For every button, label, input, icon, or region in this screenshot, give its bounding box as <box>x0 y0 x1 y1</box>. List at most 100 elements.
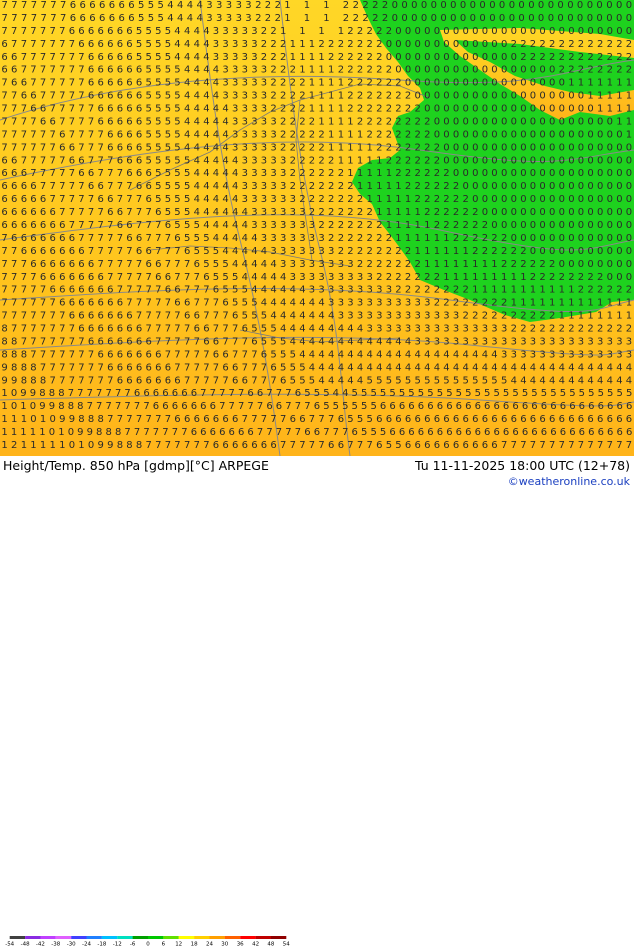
temperature-value: 5 <box>194 220 200 231</box>
temperature-value: 2 <box>520 39 526 50</box>
temperature-value: 3 <box>270 117 276 128</box>
temperature-value: 6 <box>472 440 478 451</box>
temperature-value: 7 <box>1 311 7 322</box>
temperature-value: 5 <box>174 194 180 205</box>
temperature-value: 1 <box>472 259 478 270</box>
temperature-value: 7 <box>155 311 161 322</box>
temperature-value: 8 <box>21 375 27 386</box>
temperature-value: 2 <box>453 233 459 244</box>
temperature-value: 7 <box>318 414 324 425</box>
temperature-value: 7 <box>136 311 142 322</box>
temperature-value: 6 <box>376 414 382 425</box>
temperature-value: 7 <box>50 26 56 37</box>
temperature-value: 3 <box>245 13 251 24</box>
temperature-value: 3 <box>261 104 267 115</box>
temperature-value: 6 <box>78 272 84 283</box>
temperature-value: 3 <box>251 78 257 89</box>
temperature-value: 0 <box>587 117 593 128</box>
temperature-value: 4 <box>415 362 421 373</box>
temperature-value: 6 <box>222 362 228 373</box>
temperature-value: 0 <box>559 194 565 205</box>
temperature-value: 4 <box>222 181 228 192</box>
temperature-value: 6 <box>59 285 65 296</box>
temperature-value: 3 <box>251 39 257 50</box>
temperature-value: 8 <box>96 427 102 438</box>
temperature-value: 0 <box>597 220 603 231</box>
temperature-value: 6 <box>338 414 344 425</box>
temperature-value: 7 <box>59 65 65 76</box>
temperature-value: 4 <box>463 349 469 360</box>
temperature-value: 2 <box>607 65 613 76</box>
temperature-value: 0 <box>424 39 430 50</box>
temperature-value: 0 <box>472 26 478 37</box>
temperature-value: 0 <box>501 39 507 50</box>
temperature-value: 2 <box>395 272 401 283</box>
temperature-value: 2 <box>434 194 440 205</box>
temperature-value: 7 <box>270 414 276 425</box>
temperature-value: 4 <box>539 375 545 386</box>
temperature-value: 0 <box>520 26 526 37</box>
temperature-value: 2 <box>338 194 344 205</box>
temperature-value: 1 <box>347 155 353 166</box>
temperature-value: 7 <box>126 259 132 270</box>
temperature-value: 4 <box>213 104 219 115</box>
temperature-value: 6 <box>30 259 36 270</box>
temperature-value: 2 <box>424 181 430 192</box>
temperature-value: 0 <box>597 233 603 244</box>
temperature-value: 0 <box>578 26 584 37</box>
temperature-value: 7 <box>136 285 142 296</box>
temperature-value: 5 <box>242 285 248 296</box>
temperature-value: 7 <box>11 129 17 140</box>
temperature-value: 0 <box>415 78 421 89</box>
temperature-value: 0 <box>472 91 478 102</box>
color-scale-label: -42 <box>36 942 45 946</box>
temperature-value: 3 <box>299 233 305 244</box>
temperature-value: 2 <box>539 259 545 270</box>
temperature-value: 7 <box>626 440 632 451</box>
temperature-value: 5 <box>174 65 180 76</box>
temperature-value: 1 <box>587 78 593 89</box>
temperature-value: 2 <box>395 142 401 153</box>
temperature-value: 0 <box>491 220 497 231</box>
temperature-value: 2 <box>290 104 296 115</box>
temperature-value: 0 <box>607 207 613 218</box>
temperature-value: 1 <box>597 91 603 102</box>
temperature-value: 7 <box>30 26 36 37</box>
temperature-value: 0 <box>530 220 536 231</box>
temperature-value: 3 <box>309 246 315 257</box>
temperature-value: 3 <box>328 246 334 257</box>
temperature-value: 7 <box>11 285 17 296</box>
temperature-value: 1 <box>78 440 84 451</box>
temperature-value: 0 <box>530 246 536 257</box>
temperature-value: 2 <box>607 324 613 335</box>
temperature-value: 0 <box>626 246 632 257</box>
temperature-value: 7 <box>1 285 7 296</box>
temperature-value: 1 <box>626 117 632 128</box>
temperature-value: 2 <box>309 117 315 128</box>
temperature-value: 6 <box>126 324 132 335</box>
temperature-value: 1 <box>405 207 411 218</box>
temperature-value: 1 <box>626 91 632 102</box>
temperature-value: 0 <box>386 52 392 63</box>
temperature-value: 6 <box>98 78 104 89</box>
temperature-value: 2 <box>453 298 459 309</box>
temperature-value: 7 <box>88 362 94 373</box>
temperature-value: 1 <box>463 259 469 270</box>
temperature-value: 2 <box>434 285 440 296</box>
temperature-value: 2 <box>357 220 363 231</box>
temperature-value: 0 <box>511 26 517 37</box>
temperature-value: 1 <box>1 427 7 438</box>
temperature-value: 3 <box>270 155 276 166</box>
temperature-value: 7 <box>172 427 178 438</box>
temperature-value: 3 <box>270 142 276 153</box>
temperature-value: 0 <box>578 155 584 166</box>
temperature-value: 6 <box>607 414 613 425</box>
temperature-value: 6 <box>30 246 36 257</box>
temperature-value: 2 <box>299 117 305 128</box>
temperature-value: 8 <box>1 324 7 335</box>
temperature-value: 5 <box>446 388 452 399</box>
color-scale-swatch <box>10 936 25 939</box>
temperature-value: 1 <box>607 298 613 309</box>
credit-link[interactable]: ©weatheronline.co.uk <box>508 475 630 489</box>
temperature-value: 2 <box>275 13 281 24</box>
